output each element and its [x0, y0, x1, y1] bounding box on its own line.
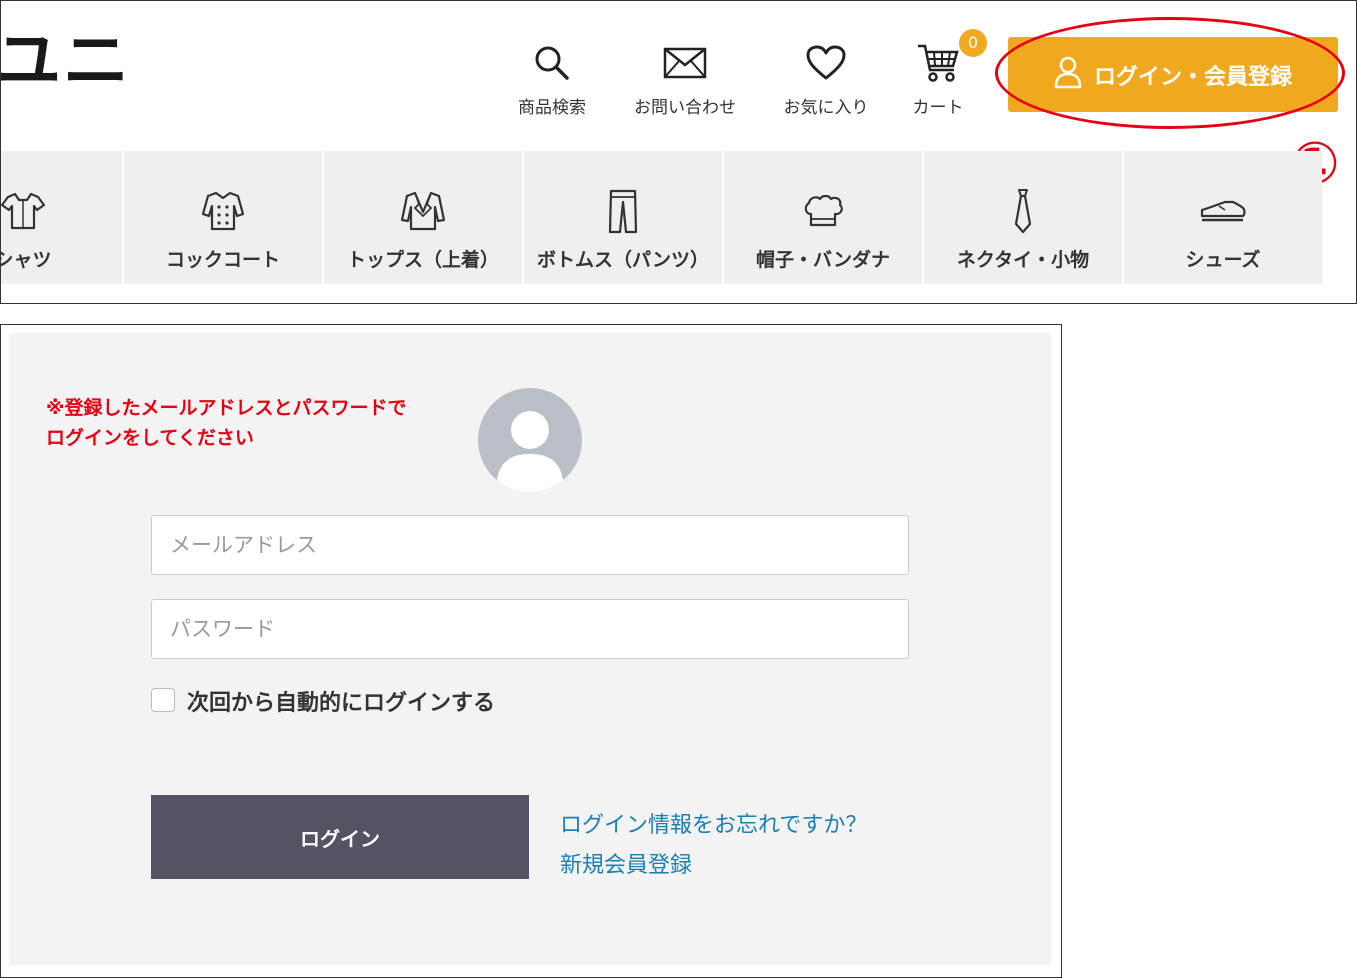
shirt-icon: [1, 181, 122, 241]
login-register-label: ログイン・会員登録: [1093, 64, 1292, 90]
new-member-register-link[interactable]: 新規会員登録: [560, 847, 692, 879]
category-bottoms[interactable]: ボトムス（パンツ）: [524, 151, 722, 284]
login-form: ※登録したメールアドレスとパスワードで ログインをしてください 次回から自動的に…: [9, 333, 1051, 965]
user-icon: [1054, 55, 1082, 95]
category-neckties[interactable]: ネクタイ・小物: [924, 151, 1122, 284]
category-label: シューズ: [1185, 249, 1261, 271]
site-logo[interactable]: ユニ: [1, 23, 131, 99]
shoe-icon: [1124, 181, 1322, 241]
category-label: ボトムス（パンツ）: [537, 249, 709, 271]
avatar: [478, 388, 582, 492]
cart-count-badge: 0: [959, 29, 987, 57]
category-shirt[interactable]: シャツ: [0, 151, 122, 284]
site-header: ユニ 商品検索 お問い合わせ お気に入り カート 0 ログイン・会員登録 ①: [0, 0, 1357, 304]
category-label: 帽子・バンダナ: [756, 249, 890, 271]
category-shoes[interactable]: シューズ: [1124, 151, 1322, 284]
pants-icon: [524, 181, 722, 241]
login-register-button[interactable]: ログイン・会員登録: [1008, 37, 1338, 112]
remember-login-checkbox[interactable]: [151, 688, 175, 712]
category-tops[interactable]: トップス（上着）: [324, 151, 522, 284]
search-nav-item[interactable]: 商品検索: [497, 41, 607, 118]
jacket-icon: [324, 181, 522, 241]
heart-icon: [771, 41, 881, 85]
password-field[interactable]: [151, 599, 909, 659]
envelope-icon: [630, 41, 740, 85]
search-label: 商品検索: [518, 98, 586, 118]
search-icon: [497, 41, 607, 85]
category-hats[interactable]: 帽子・バンダナ: [724, 151, 922, 284]
email-field[interactable]: [151, 515, 909, 575]
login-note-line1: ※登録したメールアドレスとパスワードで: [46, 397, 407, 419]
remember-login-label[interactable]: 次回から自動的にログインする: [187, 685, 495, 717]
contact-nav-item[interactable]: お問い合わせ: [630, 41, 740, 118]
forgot-password-link[interactable]: ログイン情報をお忘れですか？: [560, 807, 867, 839]
login-note-line2: ログインをしてください: [46, 427, 254, 449]
favorites-nav-item[interactable]: お気に入り: [771, 41, 881, 118]
category-chef-coat[interactable]: コックコート: [124, 151, 322, 284]
login-panel: ※登録したメールアドレスとパスワードで ログインをしてください 次回から自動的に…: [0, 324, 1062, 978]
necktie-icon: [924, 181, 1122, 241]
login-button[interactable]: ログイン: [151, 795, 529, 879]
category-label: コックコート: [165, 249, 280, 271]
cart-label: カート: [912, 98, 964, 118]
contact-label: お問い合わせ: [634, 98, 736, 118]
chef-coat-icon: [124, 181, 322, 241]
chef-hat-icon: [724, 181, 922, 241]
login-instruction-note: ※登録したメールアドレスとパスワードで ログインをしてください: [46, 393, 466, 453]
category-nav: シャツ コックコート トップス（上着） ボトムス（パンツ） 帽子・バンダナ ネク…: [0, 151, 1322, 284]
category-label: トップス（上着）: [346, 249, 499, 271]
favorites-label: お気に入り: [783, 98, 869, 118]
category-label: ネクタイ・小物: [956, 249, 1090, 271]
category-label: シャツ: [0, 249, 52, 271]
